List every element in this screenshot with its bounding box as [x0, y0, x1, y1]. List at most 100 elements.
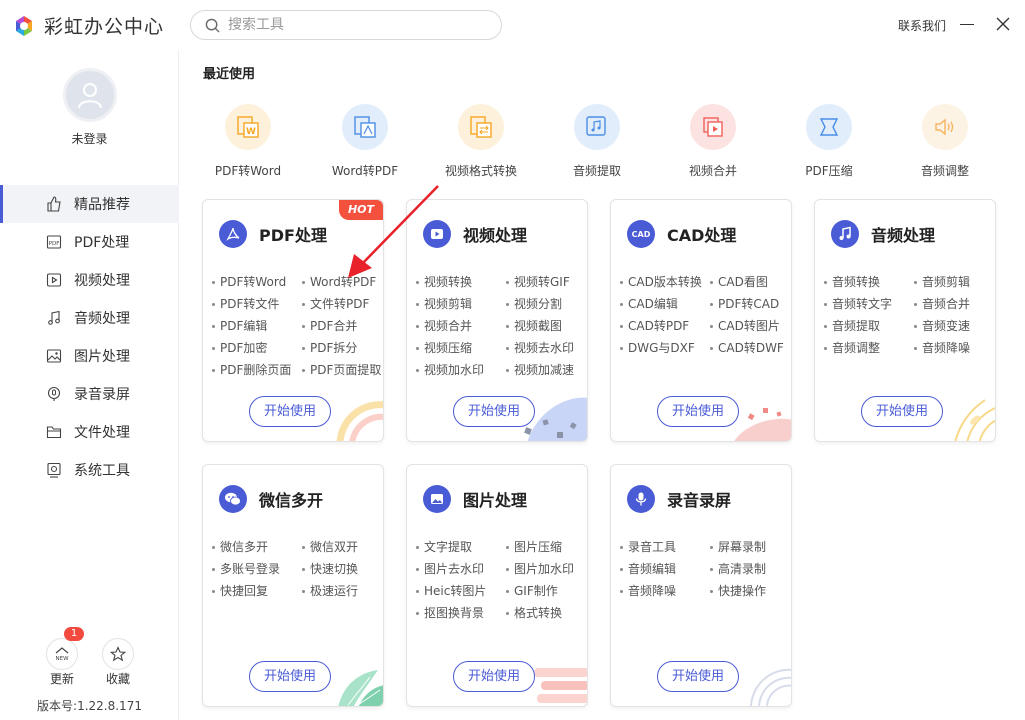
start-button[interactable]: 开始使用: [249, 661, 331, 692]
update-button[interactable]: NEW: [46, 638, 78, 670]
start-button[interactable]: 开始使用: [453, 396, 535, 427]
feature-link[interactable]: 微信多开: [212, 538, 268, 555]
feature-link[interactable]: 文件转PDF: [302, 295, 369, 312]
recent-item-pdf-to-word[interactable]: W PDF转Word: [190, 100, 306, 179]
feature-link[interactable]: PDF合并: [302, 317, 357, 334]
recent-item-word-to-pdf[interactable]: Word转PDF: [307, 100, 423, 179]
card-wechat[interactable]: 微信多开 微信多开 微信双开 多账号登录 快速切换 快捷回复 极速运行 开始使用: [202, 464, 384, 707]
search-input[interactable]: [228, 17, 488, 33]
recent-item-audio-adjust[interactable]: 音频调整: [887, 100, 1003, 179]
recent-item-pdf-compress[interactable]: PDF压缩: [771, 100, 887, 179]
feature-link[interactable]: 微信双开: [302, 538, 358, 555]
feature-link[interactable]: 视频转GIF: [506, 273, 570, 290]
feature-link[interactable]: 音频转文字: [824, 295, 892, 312]
feature-link[interactable]: 视频加水印: [416, 361, 484, 378]
feature-link[interactable]: PDF加密: [212, 339, 267, 356]
card-record[interactable]: 录音录屏 录音工具 屏幕录制 音频编辑 高清录制 音频降噪 快捷操作 开始使用: [610, 464, 792, 707]
feature-link[interactable]: 视频加减速: [506, 361, 574, 378]
feature-link[interactable]: 录音工具: [620, 538, 676, 555]
feature-link[interactable]: PDF编辑: [212, 317, 267, 334]
start-button[interactable]: 开始使用: [453, 661, 535, 692]
avatar[interactable]: [63, 68, 117, 122]
feature-link[interactable]: 抠图换背景: [416, 604, 484, 621]
minimize-icon[interactable]: [960, 24, 974, 25]
feature-link[interactable]: 视频去水印: [506, 339, 574, 356]
feature-link[interactable]: 音频变速: [914, 317, 970, 334]
feature-link[interactable]: 快捷操作: [710, 582, 766, 599]
feature-link[interactable]: 格式转换: [506, 604, 562, 621]
feature-link[interactable]: CAD转图片: [710, 317, 780, 334]
feature-link[interactable]: 音频调整: [824, 339, 880, 356]
feature-link[interactable]: CAD版本转换: [620, 273, 702, 290]
sidebar-item-pdf[interactable]: PDF PDF处理: [0, 223, 179, 261]
decoration-plant: [338, 670, 383, 706]
cad-card-icon: CAD: [627, 220, 655, 248]
card-audio[interactable]: 音频处理 音频转换 音频剪辑 音频转文字 音频合并 音频提取 音频变速 音频调整…: [814, 199, 996, 442]
feature-link[interactable]: CAD转PDF: [620, 317, 689, 334]
close-icon[interactable]: [995, 16, 1011, 32]
feature-link[interactable]: Heic转图片: [416, 582, 486, 599]
sidebar-item-image[interactable]: 图片处理: [0, 337, 179, 375]
feature-link[interactable]: PDF转CAD: [710, 295, 779, 312]
feature-link[interactable]: 高清录制: [710, 560, 766, 577]
sidebar-item-system[interactable]: 系统工具: [0, 451, 179, 489]
contact-us-link[interactable]: 联系我们: [898, 17, 946, 34]
feature-link[interactable]: 音频降噪: [914, 339, 970, 356]
pdf-to-word-icon: W: [225, 104, 271, 150]
recent-tools: W PDF转Word Word转PDF 视频格式转换 音频提取 视频合并 PDF…: [200, 100, 1000, 180]
feature-link[interactable]: 视频压缩: [416, 339, 472, 356]
feature-link[interactable]: DWG与DXF: [620, 339, 695, 356]
decoration-leaves: [954, 399, 995, 441]
recent-item-audio-extract[interactable]: 音频提取: [539, 100, 655, 179]
sidebar-item-record[interactable]: 录音录屏: [0, 375, 179, 413]
feature-link[interactable]: 图片去水印: [416, 560, 484, 577]
decoration-arc: [336, 401, 383, 441]
card-image[interactable]: 图片处理 文字提取 图片压缩 图片去水印 图片加水印 Heic转图片 GIF制作…: [406, 464, 588, 707]
recent-item-label: 视频格式转换: [444, 164, 517, 178]
feature-link[interactable]: GIF制作: [506, 582, 558, 599]
recent-item-video-merge[interactable]: 视频合并: [655, 100, 771, 179]
sidebar-item-label: PDF处理: [74, 235, 130, 251]
feature-link[interactable]: 视频合并: [416, 317, 472, 334]
start-button[interactable]: 开始使用: [249, 396, 331, 427]
sidebar-item-recommended[interactable]: 精品推荐: [0, 185, 179, 223]
card-cad[interactable]: CAD CAD处理 CAD版本转换 CAD看图 CAD编辑 PDF转CAD CA…: [610, 199, 792, 442]
feature-link[interactable]: 音频转换: [824, 273, 880, 290]
feature-link[interactable]: PDF转Word: [212, 273, 286, 290]
feature-link[interactable]: 音频剪辑: [914, 273, 970, 290]
feature-link[interactable]: CAD转DWF: [710, 339, 784, 356]
recent-item-label: Word转PDF: [331, 164, 399, 178]
login-status[interactable]: 未登录: [0, 130, 179, 147]
start-button[interactable]: 开始使用: [657, 396, 739, 427]
feature-link[interactable]: 音频提取: [824, 317, 880, 334]
feature-link[interactable]: PDF转文件: [212, 295, 279, 312]
feature-link[interactable]: PDF页面提取: [302, 361, 381, 378]
search-box[interactable]: [190, 10, 502, 40]
feature-link[interactable]: PDF拆分: [302, 339, 357, 356]
feature-link[interactable]: 快速切换: [302, 560, 358, 577]
feature-link[interactable]: 音频编辑: [620, 560, 676, 577]
feature-link[interactable]: CAD看图: [710, 273, 768, 290]
feature-link[interactable]: 快捷回复: [212, 582, 268, 599]
feature-link[interactable]: 极速运行: [302, 582, 358, 599]
start-button[interactable]: 开始使用: [657, 661, 739, 692]
feature-link[interactable]: PDF删除页面: [212, 361, 291, 378]
feature-link[interactable]: 视频分割: [506, 295, 562, 312]
feature-link[interactable]: 音频合并: [914, 295, 970, 312]
feature-link[interactable]: 多账号登录: [212, 560, 280, 577]
feature-link[interactable]: 屏幕录制: [710, 538, 766, 555]
feature-link[interactable]: 音频降噪: [620, 582, 676, 599]
feature-link[interactable]: 视频截图: [506, 317, 562, 334]
sidebar-item-video[interactable]: 视频处理: [0, 261, 179, 299]
feature-link[interactable]: 图片压缩: [506, 538, 562, 555]
feature-link[interactable]: CAD编辑: [620, 295, 678, 312]
favorite-button[interactable]: [102, 638, 134, 670]
sidebar-item-file[interactable]: 文件处理: [0, 413, 179, 451]
feature-link[interactable]: 图片加水印: [506, 560, 574, 577]
start-button[interactable]: 开始使用: [861, 396, 943, 427]
feature-link[interactable]: 视频剪辑: [416, 295, 472, 312]
recent-item-video-format[interactable]: 视频格式转换: [423, 100, 539, 179]
feature-link[interactable]: 文字提取: [416, 538, 472, 555]
sidebar-item-audio[interactable]: 音频处理: [0, 299, 179, 337]
favorite-label: 收藏: [106, 672, 131, 686]
